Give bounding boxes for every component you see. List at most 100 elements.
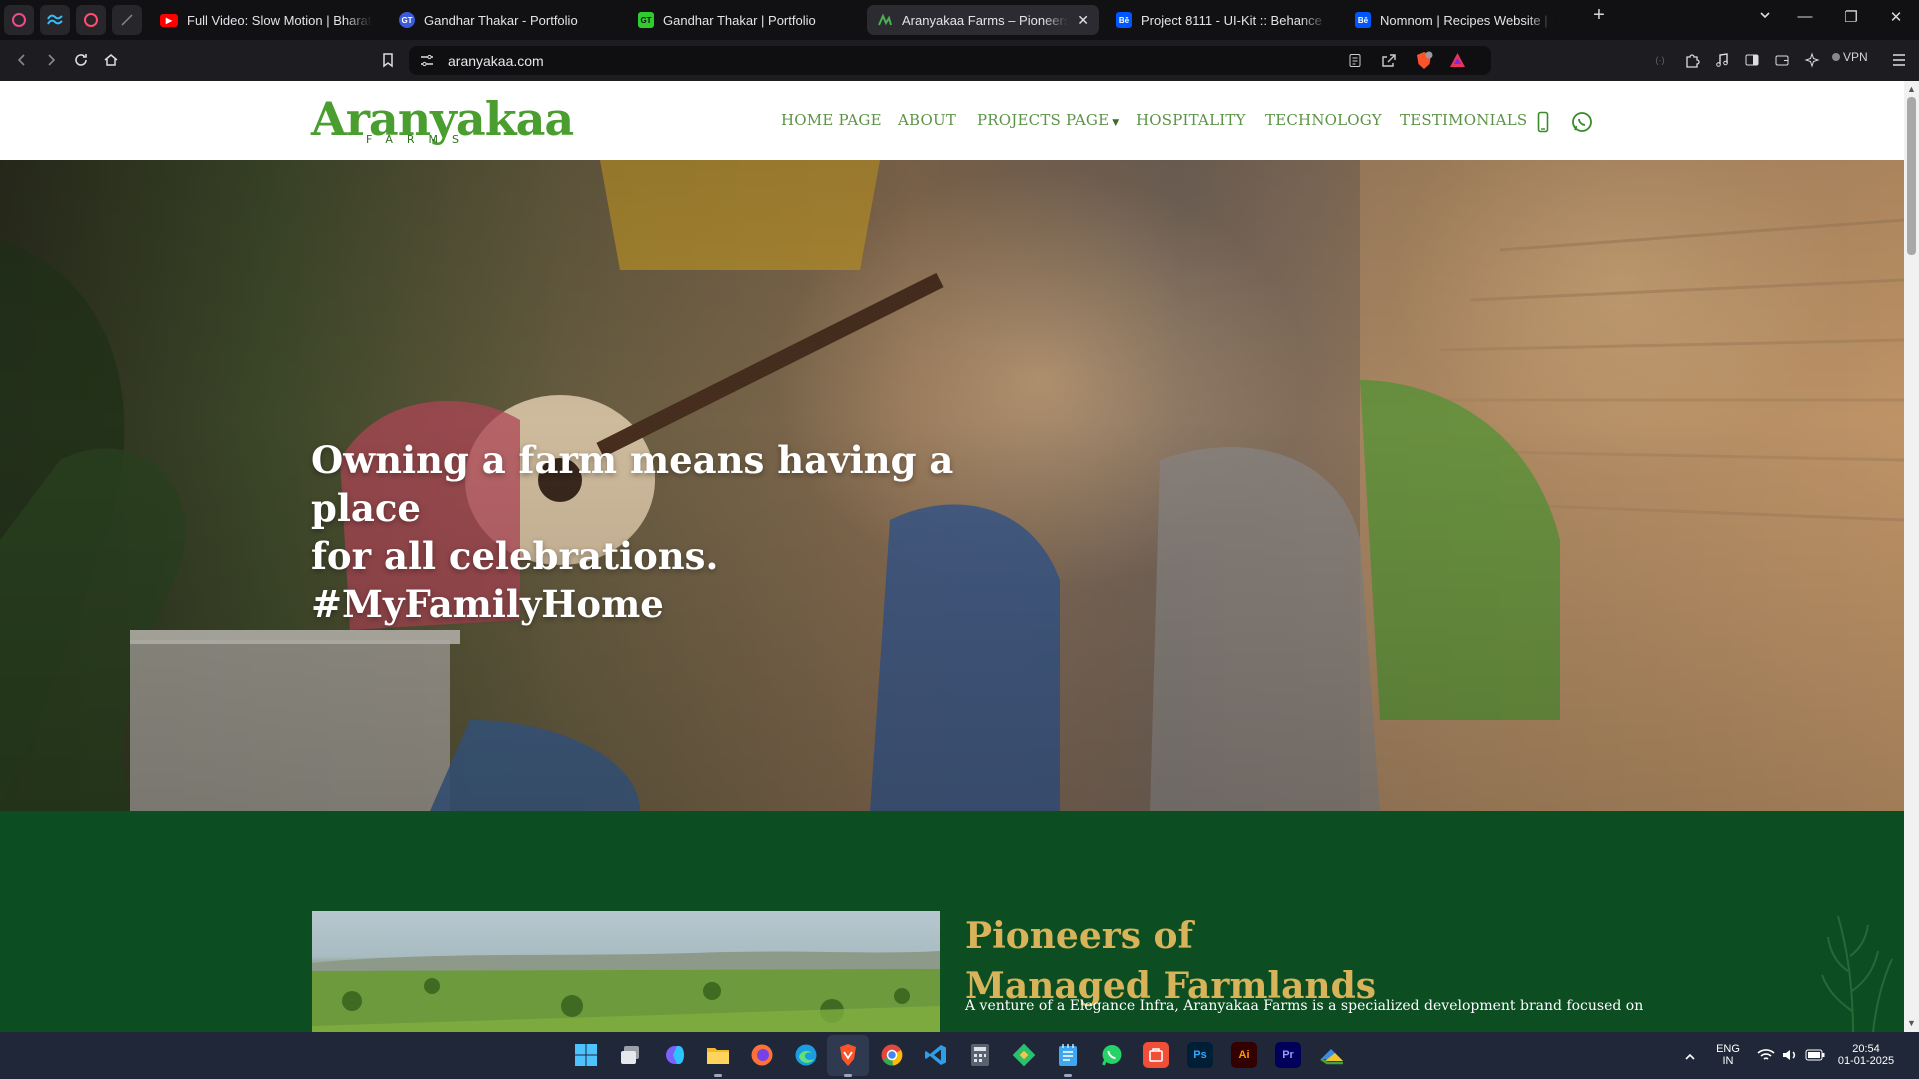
- vscode-icon[interactable]: [923, 1042, 949, 1068]
- dribbble-icon: [12, 13, 26, 27]
- tab-title: Full Video: Slow Motion | Bharat | Sa: [187, 12, 372, 28]
- premiere-icon[interactable]: Pr: [1275, 1042, 1301, 1068]
- wallet-button[interactable]: [1770, 48, 1794, 72]
- sidebar-button[interactable]: [1740, 48, 1764, 72]
- nav-projects-label: PROJECTS PAGE: [977, 111, 1110, 129]
- windows-start-icon[interactable]: [573, 1042, 599, 1068]
- nav-home-page[interactable]: HOME PAGE: [781, 111, 882, 129]
- tab-search-chevron-down-icon[interactable]: [1750, 8, 1780, 25]
- file-explorer-icon[interactable]: [705, 1042, 731, 1068]
- notepad-icon[interactable]: [1055, 1042, 1081, 1068]
- music-button[interactable]: [1710, 48, 1734, 72]
- site-header: Aranyakaa FARMS HOME PAGE ABOUT PROJECTS…: [0, 81, 1904, 160]
- windows-taskbar: Ps Ai Pr ENG IN 20:54 01-01-2025: [0, 1032, 1919, 1079]
- about-heading: Pioneers of Managed Farmlands: [965, 911, 1376, 1012]
- quick-settings[interactable]: [1757, 1047, 1825, 1065]
- bookmark-button[interactable]: [376, 48, 400, 72]
- close-icon[interactable]: ✕: [1077, 12, 1089, 29]
- brave-icon[interactable]: [835, 1042, 861, 1068]
- git-icon[interactable]: [1011, 1042, 1037, 1068]
- gt-portfolio-icon: GT: [638, 12, 654, 28]
- share-icon[interactable]: [1381, 53, 1397, 68]
- tab-title: Gandhar Thakar | Portfolio: [663, 12, 816, 28]
- clock-time: 20:54: [1852, 1043, 1880, 1055]
- clock-date: 01-01-2025: [1837, 1055, 1895, 1067]
- reload-button[interactable]: [69, 48, 93, 72]
- input-language[interactable]: ENG IN: [1713, 1043, 1743, 1067]
- brave-shields-icon[interactable]: [1415, 51, 1433, 70]
- phone-icon[interactable]: [1537, 111, 1549, 133]
- photoshop-icon[interactable]: Ps: [1187, 1042, 1213, 1068]
- running-indicator: [844, 1074, 852, 1077]
- page-scrollbar[interactable]: ▲ ▼: [1904, 81, 1919, 1032]
- aranyakaa-icon: [878, 13, 892, 26]
- tray-overflow-chevron-up-icon[interactable]: [1677, 1044, 1703, 1070]
- running-indicator: [714, 1074, 722, 1077]
- site-settings-icon[interactable]: [420, 54, 434, 67]
- firefox-icon[interactable]: [749, 1042, 775, 1068]
- sparkle-icon: [1804, 52, 1820, 68]
- arrow-left-icon: [17, 54, 25, 66]
- home-icon: [104, 54, 118, 66]
- new-tab-button[interactable]: +: [1584, 4, 1614, 27]
- url-text: aranyakaa.com: [448, 53, 544, 69]
- copilot-icon[interactable]: [661, 1042, 687, 1068]
- battery-icon: [1805, 1049, 1825, 1061]
- running-indicator: [1064, 1074, 1072, 1077]
- back-button[interactable]: [10, 48, 34, 72]
- scrollbar-thumb[interactable]: [1907, 97, 1916, 255]
- vpn-status-icon: [1832, 53, 1840, 61]
- nav-about[interactable]: ABOUT: [898, 111, 956, 129]
- address-bar[interactable]: aranyakaa.com: [409, 46, 1491, 75]
- volume-icon: [1783, 1050, 1796, 1060]
- home-button[interactable]: [99, 48, 123, 72]
- whatsapp-icon[interactable]: [1099, 1042, 1125, 1068]
- page-viewport: Aranyakaa FARMS HOME PAGE ABOUT PROJECTS…: [0, 81, 1904, 1032]
- tab-title: Aranyakaa Farms – Pioneers of Managed Fa…: [902, 12, 1069, 28]
- pinned-tab-app[interactable]: [76, 5, 106, 35]
- hero-headline: Owning a farm means having a place for a…: [311, 436, 1071, 628]
- vpn-button[interactable]: VPN: [1832, 50, 1868, 64]
- leo-ai-button[interactable]: [1800, 48, 1824, 72]
- tailwind-icon: [47, 14, 63, 25]
- tab-gandhar-portfolio-1[interactable]: GT Gandhar Thakar - Portfolio: [389, 5, 621, 35]
- nav-testimonials[interactable]: TESTIMONIALS: [1400, 111, 1527, 129]
- edge-icon[interactable]: [793, 1042, 819, 1068]
- gt-portfolio-icon: GT: [399, 12, 415, 28]
- tab-gandhar-portfolio-2[interactable]: GT Gandhar Thakar | Portfolio: [628, 5, 860, 35]
- nav-projects-page[interactable]: PROJECTS PAGE ▼: [977, 111, 1119, 129]
- bookmark-icon: [383, 53, 393, 68]
- app-icon[interactable]: [1143, 1042, 1169, 1068]
- hero-banner: Owning a farm means having a place for a…: [0, 160, 1904, 811]
- whatsapp-icon[interactable]: [1571, 111, 1593, 133]
- tab-behance-nomnom[interactable]: Bē Nomnom | Recipes Website | UX/UI: [1345, 5, 1563, 35]
- restore-button[interactable]: ❐: [1836, 8, 1866, 26]
- tab-aranyakaa-active[interactable]: Aranyakaa Farms – Pioneers of Managed Fa…: [867, 5, 1099, 35]
- clock[interactable]: 20:54 01-01-2025: [1830, 1043, 1902, 1067]
- extensions-button[interactable]: [1680, 48, 1704, 72]
- nav-technology[interactable]: TECHNOLOGY: [1265, 111, 1382, 129]
- reader-mode-icon[interactable]: [1348, 53, 1362, 68]
- scroll-down-icon[interactable]: ▼: [1907, 1018, 1916, 1028]
- tab-behance-project[interactable]: Bē Project 8111 - UI-Kit :: Behance: [1106, 5, 1338, 35]
- onedrive-icon[interactable]: [1319, 1042, 1345, 1068]
- close-window-button[interactable]: ✕: [1881, 8, 1911, 26]
- brave-rewards-icon[interactable]: [1449, 52, 1466, 68]
- chrome-icon[interactable]: [879, 1042, 905, 1068]
- forward-button[interactable]: [39, 48, 63, 72]
- menu-button[interactable]: [1887, 48, 1911, 72]
- calculator-icon[interactable]: [967, 1042, 993, 1068]
- pinned-tab-dribbble[interactable]: [4, 5, 34, 35]
- nav-hospitality[interactable]: HOSPITALITY: [1136, 111, 1246, 129]
- tab-title: Project 8111 - UI-Kit :: Behance: [1141, 12, 1322, 28]
- task-view-icon[interactable]: [617, 1042, 643, 1068]
- pinned-tab-pen[interactable]: [112, 5, 142, 35]
- tab-youtube[interactable]: ▶ Full Video: Slow Motion | Bharat | Sa: [150, 5, 382, 35]
- pinned-tab-tailwind[interactable]: [40, 5, 70, 35]
- hamburger-menu-icon: [1893, 54, 1905, 66]
- scroll-up-icon[interactable]: ▲: [1907, 84, 1916, 94]
- minimize-button[interactable]: —: [1790, 8, 1820, 25]
- wifi-icon: [1757, 1049, 1775, 1060]
- illustrator-icon[interactable]: Ai: [1231, 1042, 1257, 1068]
- media-icon[interactable]: (·): [1648, 48, 1672, 72]
